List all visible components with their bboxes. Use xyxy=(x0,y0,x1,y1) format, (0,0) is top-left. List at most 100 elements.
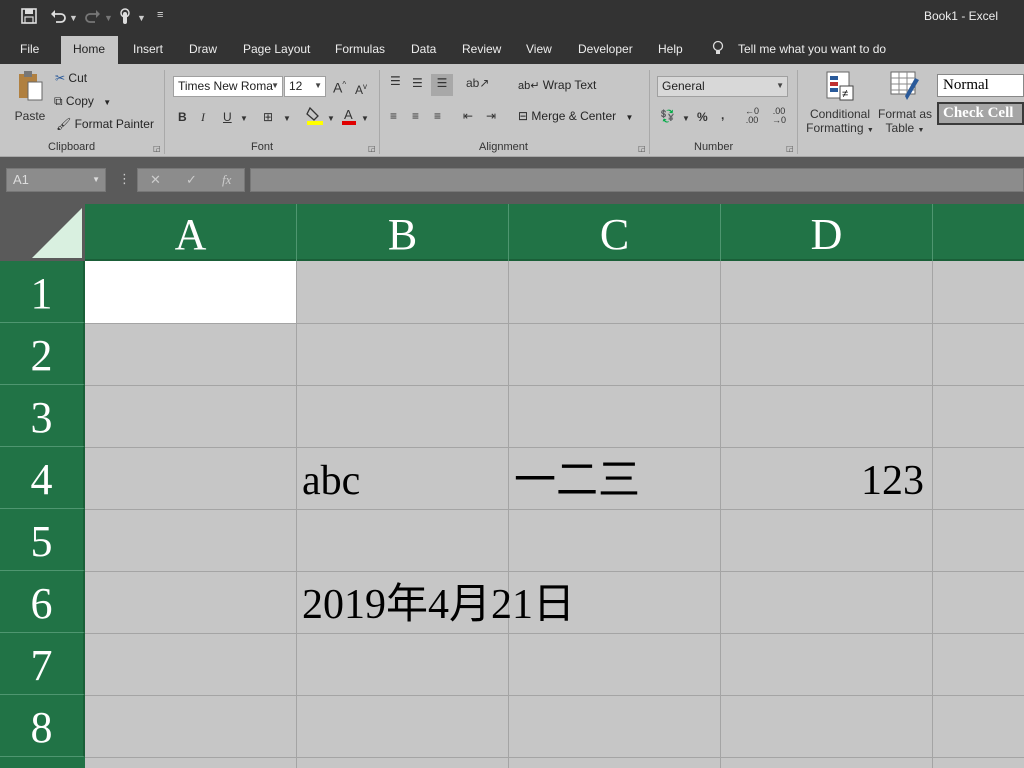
alignment-launcher-icon[interactable]: ◲ xyxy=(638,144,646,153)
chevron-down-icon: ▼ xyxy=(917,127,925,134)
borders-icon[interactable]: ⊞ xyxy=(263,108,273,126)
row-header-4[interactable]: 4 xyxy=(0,447,85,509)
row-headers: 1 2 3 4 5 6 7 8 xyxy=(0,261,85,768)
tell-me-search[interactable]: Tell me what you want to do xyxy=(738,42,886,56)
column-header-c[interactable]: C xyxy=(509,204,721,261)
font-color-dropdown-icon[interactable]: ▼ xyxy=(361,110,369,128)
underline-button[interactable]: U xyxy=(223,108,232,126)
cell-d4[interactable]: 123 xyxy=(721,457,924,505)
cell-c4[interactable]: 一二三 xyxy=(514,457,640,505)
select-all-button[interactable] xyxy=(0,204,85,261)
increase-font-size-button[interactable]: A^ xyxy=(333,76,346,97)
cell-b4[interactable]: abc xyxy=(302,457,360,505)
cancel-icon[interactable]: ✕ xyxy=(150,172,161,188)
tab-help[interactable]: Help xyxy=(658,42,683,56)
tab-insert[interactable]: Insert xyxy=(133,42,163,56)
decrease-indent-icon[interactable]: ⇤ xyxy=(463,107,473,125)
redo-icon[interactable] xyxy=(85,8,101,27)
underline-dropdown-icon[interactable]: ▼ xyxy=(240,110,248,128)
column-header-b[interactable]: B xyxy=(297,204,509,261)
format-painter-button[interactable]: 🖌 Format Painter xyxy=(56,117,154,131)
column-header-d[interactable]: D xyxy=(721,204,933,261)
merge-center-label: Merge & Center xyxy=(531,109,617,123)
more-options-icon[interactable]: ⋮ xyxy=(118,171,131,187)
italic-button[interactable]: I xyxy=(201,108,205,126)
increase-indent-icon[interactable]: ⇥ xyxy=(486,107,496,125)
format-as-table-button[interactable]: Format as Table ▼ xyxy=(876,70,934,144)
tab-file[interactable]: File xyxy=(20,42,39,56)
undo-dropdown-icon[interactable]: ▼ xyxy=(69,10,78,26)
chevron-down-icon: ▼ xyxy=(776,81,784,90)
font-color-icon[interactable]: A xyxy=(341,106,357,131)
row-header-5[interactable]: 5 xyxy=(0,509,85,571)
borders-dropdown-icon[interactable]: ▼ xyxy=(283,110,291,128)
formula-input[interactable] xyxy=(250,168,1024,192)
touch-mode-icon[interactable] xyxy=(117,8,133,29)
tab-formulas[interactable]: Formulas xyxy=(335,42,385,56)
touch-dropdown-icon[interactable]: ▼ xyxy=(137,10,146,26)
copy-icon: ⧉ xyxy=(54,94,63,108)
tab-review[interactable]: Review xyxy=(462,42,501,56)
tab-page-layout[interactable]: Page Layout xyxy=(243,42,310,56)
copy-dropdown-icon: ▼ xyxy=(103,98,112,107)
font-name-select[interactable]: Times New Roma ▼ xyxy=(173,76,283,97)
style-check-cell[interactable]: Check Cell xyxy=(937,102,1024,125)
cell-b6[interactable]: 2019年4月21日 xyxy=(302,581,575,629)
active-cell-a1[interactable] xyxy=(85,261,296,323)
column-header-e[interactable] xyxy=(933,204,1024,261)
increase-decimal-icon[interactable]: ←0.00 xyxy=(745,107,759,125)
save-icon[interactable] xyxy=(21,8,37,27)
wrap-text-button[interactable]: ab↵ Wrap Text xyxy=(518,78,596,92)
decrease-font-size-button[interactable]: Av xyxy=(355,78,367,99)
clipboard-launcher-icon[interactable]: ◲ xyxy=(153,144,161,153)
row-header-7[interactable]: 7 xyxy=(0,633,85,695)
svg-text:≠: ≠ xyxy=(842,88,848,100)
merge-center-button[interactable]: ⊟ Merge & Center ▼ xyxy=(518,109,633,123)
tab-data[interactable]: Data xyxy=(411,42,436,56)
gridline xyxy=(85,695,1024,696)
tab-view[interactable]: View xyxy=(526,42,552,56)
fill-color-icon[interactable] xyxy=(306,106,324,131)
undo-icon[interactable] xyxy=(50,8,66,27)
font-size-select[interactable]: 12 ▼ xyxy=(284,76,326,97)
comma-button[interactable]: , xyxy=(721,106,724,124)
tab-developer[interactable]: Developer xyxy=(578,42,633,56)
cut-button[interactable]: ✂ Cut xyxy=(55,71,87,85)
cell-grid[interactable]: abc 一二三 123 2019年4月21日 xyxy=(85,261,1024,768)
currency-icon[interactable]: 💱 xyxy=(660,107,675,125)
customize-qat-icon[interactable]: ≡ xyxy=(157,7,163,23)
orientation-icon[interactable]: ab↗ xyxy=(466,74,489,92)
copy-button[interactable]: ⧉ Copy ▼ xyxy=(54,94,111,109)
align-left-icon[interactable]: ≡ xyxy=(390,107,397,125)
fill-color-dropdown-icon[interactable]: ▼ xyxy=(327,110,335,128)
align-bottom-icon[interactable]: ☰ xyxy=(431,74,453,96)
tab-draw[interactable]: Draw xyxy=(189,42,217,56)
conditional-formatting-button[interactable]: ≠ Conditional Formatting ▼ xyxy=(805,70,875,144)
row-header-6[interactable]: 6 xyxy=(0,571,85,633)
number-launcher-icon[interactable]: ◲ xyxy=(786,144,794,153)
percent-button[interactable]: % xyxy=(697,108,708,126)
font-launcher-icon[interactable]: ◲ xyxy=(368,144,376,153)
decrease-decimal-icon[interactable]: .00 →0 xyxy=(772,107,786,125)
row-header-8[interactable]: 8 xyxy=(0,695,85,757)
tab-home[interactable]: Home xyxy=(61,36,118,64)
wrap-text-icon: ab↵ xyxy=(518,80,540,92)
redo-dropdown-icon[interactable]: ▼ xyxy=(104,10,113,26)
style-normal[interactable]: Normal xyxy=(937,74,1024,97)
row-header-2[interactable]: 2 xyxy=(0,323,85,385)
enter-icon[interactable]: ✓ xyxy=(186,172,197,188)
paste-button[interactable]: Paste xyxy=(14,70,46,132)
currency-dropdown-icon[interactable]: ▼ xyxy=(682,110,690,128)
align-middle-icon[interactable]: ☰ xyxy=(412,74,423,92)
formula-buttons: ✕ ✓ fx xyxy=(137,168,245,192)
name-box[interactable]: A1 ▼ xyxy=(6,168,106,192)
column-header-a[interactable]: A xyxy=(85,204,297,261)
align-top-icon[interactable]: ☰ xyxy=(390,72,401,90)
align-center-icon[interactable]: ≡ xyxy=(412,107,419,125)
row-header-3[interactable]: 3 xyxy=(0,385,85,447)
row-header-1[interactable]: 1 xyxy=(0,261,85,323)
bold-button[interactable]: B xyxy=(178,108,187,126)
insert-function-button[interactable]: fx xyxy=(222,172,231,188)
align-right-icon[interactable]: ≡ xyxy=(434,107,441,125)
number-format-select[interactable]: General ▼ xyxy=(657,76,788,97)
